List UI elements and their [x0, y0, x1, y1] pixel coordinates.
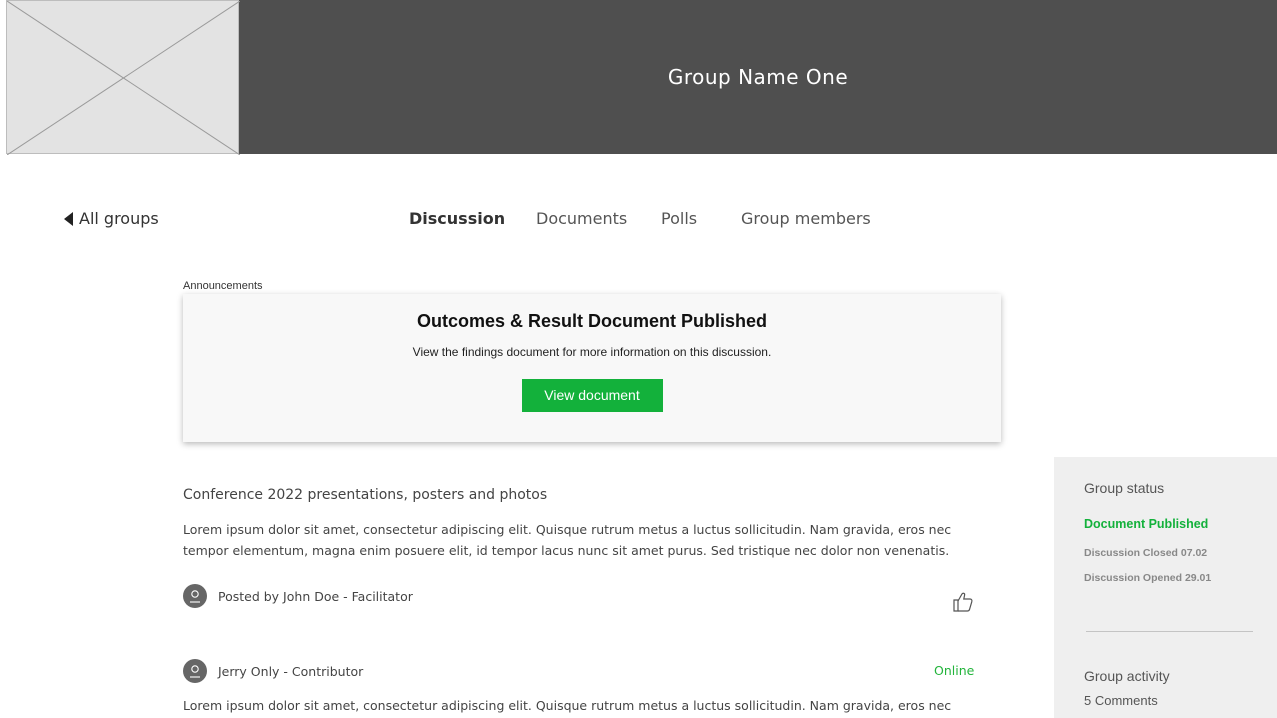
group-tabs: Discussion Documents Polls Group members	[0, 209, 1277, 229]
group-activity-heading: Group activity	[1084, 668, 1170, 684]
post-author: Posted by John Doe - Facilitator	[183, 584, 413, 608]
online-status: Online	[934, 663, 975, 678]
user-icon	[190, 590, 200, 603]
avatar	[183, 584, 207, 608]
comment-body-line: Lorem ipsum dolor sit amet, consectetur …	[183, 698, 952, 713]
sidebar-divider	[1086, 631, 1253, 632]
view-document-button[interactable]: View document	[521, 379, 663, 412]
tab-discussion[interactable]: Discussion	[409, 209, 505, 228]
comment-author: Jerry Only - Contributor	[183, 659, 363, 683]
group-image-placeholder	[6, 0, 240, 155]
tab-polls[interactable]: Polls	[661, 209, 697, 228]
announcement-description: View the findings document for more info…	[412, 345, 772, 359]
group-title: Group Name One	[667, 65, 849, 89]
post-author-label: Posted by John Doe - Facilitator	[218, 588, 413, 604]
announcement-title: Outcomes & Result Document Published	[416, 311, 768, 331]
post-title[interactable]: Conference 2022 presentations, posters a…	[183, 487, 547, 503]
group-status-heading: Group status	[1084, 480, 1165, 496]
tab-group-members[interactable]: Group members	[741, 209, 871, 228]
announcements-label: Announcements	[183, 280, 263, 292]
image-placeholder-icon	[7, 1, 240, 155]
comment-author-label: Jerry Only - Contributor	[218, 663, 364, 679]
user-icon	[190, 665, 200, 678]
post-body-line: Lorem ipsum dolor sit amet, consectetur …	[183, 522, 952, 537]
thumbs-up-icon[interactable]	[951, 590, 975, 614]
announcement-card: Outcomes & Result Document Published Vie…	[183, 294, 1001, 442]
avatar	[183, 659, 207, 683]
status-document-published: Document Published	[1084, 517, 1209, 531]
status-discussion-closed: Discussion Closed 07.02	[1084, 547, 1208, 559]
status-discussion-opened: Discussion Opened 29.01	[1084, 572, 1212, 584]
group-sidebar: Group status Document Published Discussi…	[1054, 457, 1277, 718]
comments-count: 5 Comments	[1084, 693, 1158, 708]
tab-documents[interactable]: Documents	[536, 209, 627, 228]
post-body-line: tempor elementum, magna enim posuere eli…	[183, 543, 950, 558]
